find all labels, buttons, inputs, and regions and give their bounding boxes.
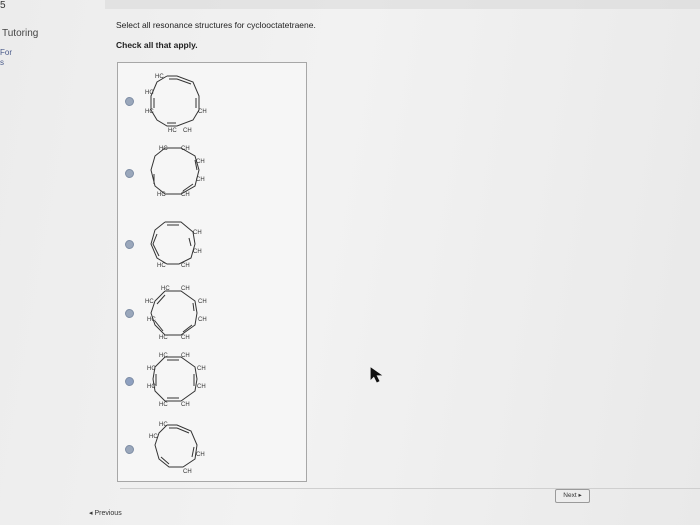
structure-3-hc-bottom: HC — [157, 263, 166, 269]
structure-6-ch-bottom: CH — [183, 469, 192, 475]
structure-4-ch-right-lower: CH — [198, 317, 207, 323]
sidebar-fragment-line2: s — [0, 58, 4, 67]
next-button-label: Next — [563, 492, 577, 499]
option-3-checkbox[interactable] — [125, 240, 134, 249]
previous-link-label: Previous — [94, 510, 122, 517]
sidebar-top-fragment: 5 — [0, 0, 6, 11]
previous-link[interactable]: ◂ Previous — [89, 509, 122, 517]
structure-4-ch-top: CH — [181, 286, 190, 292]
option-2-checkbox[interactable] — [125, 169, 134, 178]
structure-1-image: HC HC HC HC CH CH — [145, 74, 207, 134]
next-button[interactable]: Next ▸ — [555, 489, 590, 503]
structure-5-hc-top: HC — [159, 353, 168, 359]
structure-2-hc-bottom: HC — [157, 192, 166, 198]
structure-4-hc-left-upper: HC — [145, 299, 154, 305]
option-4-checkbox[interactable] — [125, 309, 134, 318]
footer-divider — [120, 488, 700, 489]
structure-5-hc-bottom: HC — [159, 402, 168, 408]
structure-1-ch-bottom: CH — [183, 128, 192, 134]
option-5-checkbox[interactable] — [125, 377, 134, 386]
structure-6-hc-top: HC — [159, 422, 168, 428]
structure-3-ch-right-upper: CH — [193, 230, 202, 236]
option-1-checkbox[interactable] — [125, 97, 134, 106]
structure-5-hc-left-upper: HC — [147, 366, 156, 372]
structure-1-hc-left-upper: HC — [145, 90, 154, 96]
structure-5-ch-right-lower: CH — [197, 384, 206, 390]
structure-5-image: HC CH HC CH HC CH HC CH — [147, 353, 206, 408]
structure-4-hc-top: HC — [161, 286, 170, 292]
structure-2-ch-top: CH — [181, 146, 190, 152]
option-6-checkbox[interactable] — [125, 445, 134, 454]
top-divider — [105, 0, 700, 9]
structure-5-hc-left-lower: HC — [147, 384, 156, 390]
structure-6-ch-right: CH — [196, 452, 205, 458]
structure-2-image: HC CH CH CH HC CH — [150, 146, 205, 198]
sidebar-tutoring-link[interactable]: Tutoring — [2, 28, 38, 39]
sidebar-fragment: For s — [0, 48, 12, 68]
question-instruction: Check all that apply. — [116, 40, 198, 50]
chevron-right-icon: ▸ — [578, 492, 582, 499]
sidebar-fragment-line1: For — [0, 48, 12, 57]
structure-1-hc-top: HC — [155, 74, 164, 80]
structure-5-ch-right-upper: CH — [197, 366, 206, 372]
structure-6-hc-left: HC — [149, 434, 158, 440]
structure-2-ch-right-upper: CH — [196, 159, 205, 165]
question-prompt: Select all resonance structures for cycl… — [116, 20, 316, 30]
structure-4-image: HC CH HC CH HC CH HC CH — [145, 286, 207, 341]
structure-1-hc-bottom: HC — [168, 128, 177, 134]
structure-1-ch-right: CH — [198, 109, 207, 115]
structure-5-ch-top: CH — [181, 353, 190, 359]
mouse-cursor-icon — [370, 367, 383, 383]
structure-4-hc-left-lower: HC — [147, 317, 156, 323]
structure-4-ch-right-upper: CH — [198, 299, 207, 305]
structure-2-ch-right-lower: CH — [196, 177, 205, 183]
structure-4-hc-bottom: HC — [159, 335, 168, 341]
chevron-left-icon: ◂ — [89, 510, 93, 517]
structure-4-ch-bottom: CH — [181, 335, 190, 341]
structure-5-ch-bottom: CH — [181, 402, 190, 408]
structure-3-ch-bottom: CH — [181, 263, 190, 269]
structure-1-hc-left-lower: HC — [145, 109, 154, 115]
structure-3-ch-right-lower: CH — [193, 249, 202, 255]
structure-6-image: HC HC CH CH — [149, 422, 205, 475]
structure-2-hc-top: HC — [159, 146, 168, 152]
structure-3-image: CH CH HC CH — [150, 221, 202, 269]
structure-2-ch-bottom: CH — [181, 192, 190, 198]
